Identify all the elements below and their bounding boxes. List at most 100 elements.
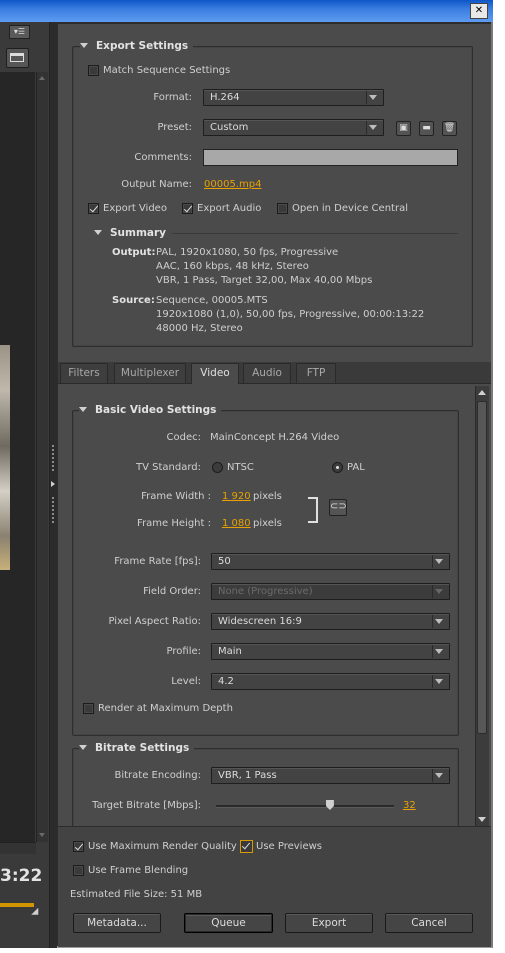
ntsc-label: NTSC (227, 462, 254, 473)
field-order-dropdown[interactable]: None (Progressive) (211, 583, 450, 600)
chevron-down-icon (435, 773, 443, 778)
preview-scrollbar[interactable] (36, 72, 48, 842)
preset-label: Preset: (157, 122, 192, 133)
pixel-aspect-ratio-dropdown[interactable]: Widescreen 16:9 (211, 613, 450, 630)
use-previews-checkbox[interactable] (240, 840, 253, 853)
save-preset-icon[interactable]: ▣ (396, 121, 411, 136)
open-device-central-checkbox[interactable] (277, 203, 288, 214)
frame-blending-label: Use Frame Blending (88, 865, 189, 876)
crop-icon-glyph (10, 53, 24, 62)
chevron-down-icon (435, 649, 443, 654)
match-sequence-checkbox[interactable] (88, 65, 99, 76)
scroll-up-icon[interactable] (478, 390, 486, 395)
level-label: Level: (171, 676, 201, 687)
chevron-down-icon (435, 679, 443, 684)
pal-radio[interactable] (332, 462, 343, 473)
export-button[interactable]: Export (285, 913, 373, 933)
frame-rate-dropdown[interactable]: 50 (211, 553, 450, 570)
delete-preset-icon[interactable]: 🗑 (442, 121, 457, 136)
max-render-quality-label: Use Maximum Render Quality (88, 841, 237, 852)
frame-height-value[interactable]: 1 080 (222, 518, 251, 529)
export-video-checkbox[interactable] (88, 203, 99, 214)
export-settings-header[interactable]: Export Settings (80, 40, 194, 52)
frame-width-unit: pixels (253, 491, 282, 502)
collapse-triangle-icon (79, 745, 87, 750)
target-bitrate-slider-track[interactable] (216, 805, 394, 808)
profile-dropdown[interactable]: Main (211, 643, 450, 660)
timeline-bar (0, 903, 34, 907)
summary-source-line: Sequence, 00005.MTS (156, 295, 268, 306)
field-order-label: Field Order: (143, 586, 201, 597)
frame-rate-label: Frame Rate [fps]: (114, 556, 201, 567)
summary-output-line: AAC, 160 kbps, 48 kHz, Stereo (156, 261, 309, 272)
close-button[interactable]: ✕ (470, 3, 488, 19)
tab-audio[interactable]: Audio (243, 363, 291, 383)
summary-source-label: Source: (112, 295, 155, 306)
import-preset-icon[interactable]: ▬ (419, 121, 434, 136)
export-audio-checkbox[interactable] (182, 203, 193, 214)
summary-output-label: Output: (112, 247, 156, 258)
level-dropdown[interactable]: 4.2 (211, 673, 450, 690)
aspect-bracket (308, 497, 318, 523)
comments-label: Comments: (134, 152, 192, 163)
export-audio-label: Export Audio (197, 203, 262, 214)
cancel-button[interactable]: Cancel (385, 913, 473, 933)
queue-button[interactable]: Queue (184, 913, 273, 933)
tab-video[interactable]: Video (191, 363, 239, 384)
splitter-grip-bottom (52, 497, 54, 523)
summary-source-line: 48000 Hz, Stereo (156, 323, 243, 334)
chevron-down-icon (435, 619, 443, 624)
frame-blending-checkbox[interactable] (73, 865, 84, 876)
target-bitrate-value[interactable]: 32 (403, 800, 416, 811)
link-aspect-icon[interactable]: ⊂⊃ (329, 499, 347, 516)
bitrate-header[interactable]: Bitrate Settings (79, 742, 195, 754)
render-max-depth-checkbox[interactable] (83, 703, 94, 714)
collapse-triangle-icon (80, 43, 88, 48)
bitrate-group (72, 748, 459, 832)
splitter-grip-top (52, 445, 54, 471)
target-bitrate-label: Target Bitrate [Mbps]: (92, 800, 201, 811)
summary-divider (172, 233, 458, 234)
metadata-button[interactable]: Metadata... (73, 913, 161, 933)
format-label: Format: (153, 92, 192, 103)
pixel-aspect-ratio-label: Pixel Aspect Ratio: (108, 616, 202, 627)
splitter-arrow-icon[interactable] (51, 481, 55, 487)
max-render-quality-checkbox[interactable] (73, 841, 84, 852)
profile-label: Profile: (166, 646, 201, 657)
panel-menu-icon[interactable]: ▾☰ (9, 25, 30, 39)
format-dropdown[interactable]: H.264 (203, 89, 384, 106)
tab-filters[interactable]: Filters (60, 363, 108, 383)
preview-image (0, 345, 10, 570)
timecode: 3:22 (0, 866, 43, 886)
summary-output-line: VBR, 1 Pass, Target 32,00, Max 40,00 Mbp… (156, 275, 373, 286)
frame-height-label: Frame Height : (137, 518, 211, 529)
comments-input[interactable] (203, 149, 458, 166)
export-video-label: Export Video (103, 203, 167, 214)
chevron-down-icon (435, 559, 443, 564)
frame-width-value[interactable]: 1 920 (222, 491, 251, 502)
scroll-down-icon[interactable] (478, 817, 486, 822)
summary-source-line: 1920x1080 (1,0), 50,00 fps, Progressive,… (156, 309, 425, 320)
render-max-depth-label: Render at Maximum Depth (98, 703, 233, 714)
use-previews-label: Use Previews (256, 841, 322, 852)
tab-multiplexer[interactable]: Multiplexer (114, 363, 186, 383)
tv-standard-label: TV Standard: (136, 462, 201, 473)
preset-dropdown[interactable]: Custom (203, 119, 384, 136)
bitrate-encoding-dropdown[interactable]: VBR, 1 Pass (211, 767, 450, 784)
preview-scrollbar-up-icon[interactable] (39, 76, 45, 80)
open-device-central-label: Open in Device Central (292, 203, 408, 214)
output-name-label: Output Name: (121, 179, 192, 190)
horizontal-scrollbar[interactable] (0, 842, 36, 854)
codec-value: MainConcept H.264 Video (210, 432, 340, 443)
scroll-thumb[interactable] (477, 401, 487, 734)
collapse-triangle-icon (79, 407, 87, 412)
bitrate-encoding-label: Bitrate Encoding: (114, 770, 201, 781)
tab-ftp[interactable]: FTP (296, 363, 336, 383)
title-bar (0, 0, 493, 22)
basic-video-header[interactable]: Basic Video Settings (79, 404, 222, 416)
ntsc-radio[interactable] (212, 462, 223, 473)
match-sequence-label: Match Sequence Settings (103, 65, 231, 76)
summary-header[interactable]: Summary (94, 227, 166, 239)
output-name-link[interactable]: 00005.mp4 (204, 179, 261, 190)
preview-scrollbar-down-icon[interactable] (39, 833, 45, 837)
